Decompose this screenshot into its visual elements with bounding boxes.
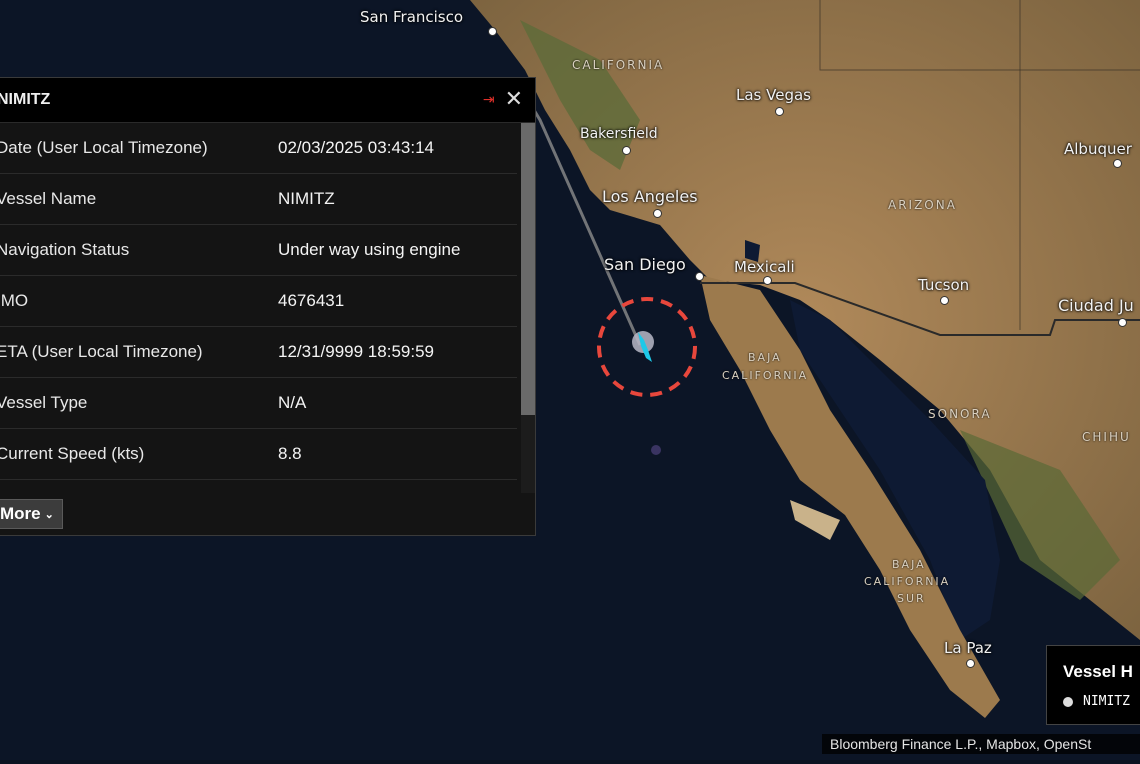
city-label-san-diego: San Diego — [604, 255, 686, 274]
city-dot — [488, 27, 497, 36]
city-label-mexicali: Mexicali — [734, 258, 795, 276]
row-value: 4676431 — [278, 291, 345, 310]
row-value: 12/31/9999 18:59:59 — [278, 342, 434, 361]
row-label: Navigation Status — [0, 240, 130, 259]
city-label-ciudad-juarez: Ciudad Ju — [1058, 296, 1134, 315]
city-dot — [940, 296, 949, 305]
row-label: IMO — [0, 291, 29, 310]
region-label-sur: SUR — [897, 592, 926, 605]
region-label-california: CALIFORNIA — [722, 369, 809, 382]
city-dot — [763, 276, 772, 285]
legend-title: Vessel H — [1063, 662, 1133, 681]
row-value: 8.8 — [278, 444, 302, 463]
legend-item-label: NIMITZ — [1083, 694, 1130, 709]
close-icon[interactable]: ✕ — [505, 89, 523, 111]
table-row: ETA (User Local Timezone) 12/31/9999 18:… — [0, 327, 517, 378]
city-dot — [695, 272, 704, 281]
city-label-la-paz: La Paz — [944, 639, 992, 657]
table-row: IMO 4676431 — [0, 276, 517, 327]
region-label-california: CALIFORNIA — [572, 58, 665, 72]
row-label: Vessel Name — [0, 189, 97, 208]
table-row: Current Speed (kts) 8.8 — [0, 429, 517, 480]
row-label: Vessel Type — [0, 393, 88, 412]
table-row: Navigation Status Under way using engine — [0, 225, 517, 276]
city-label-las-vegas: Las Vegas — [736, 86, 811, 104]
vessel-history-legend: Vessel H NIMITZ — [1046, 645, 1140, 725]
row-label: Current Speed (kts) — [0, 444, 145, 463]
map-attribution: Bloomberg Finance L.P., Mapbox, OpenSt — [822, 734, 1140, 754]
panel-title: NIMITZ — [0, 91, 51, 108]
legend-item[interactable]: NIMITZ — [1063, 694, 1130, 709]
panel-header: NIMITZ ⇥ ✕ — [0, 78, 535, 123]
chevron-down-icon: ⌄ — [44, 508, 54, 521]
region-label-california: CALIFORNIA — [864, 575, 951, 588]
table-row: Vessel Name NIMITZ — [0, 174, 517, 225]
row-value: Under way using engine — [278, 240, 461, 259]
legend-dot-icon — [1063, 696, 1073, 707]
city-dot — [775, 107, 784, 116]
city-label-san-francisco: San Francisco — [360, 8, 464, 26]
city-label-bakersfield: Bakersfield — [580, 126, 658, 142]
table-row: Vessel Type N/A — [0, 378, 517, 429]
more-button[interactable]: More ⌄ — [0, 499, 63, 529]
more-button-label: More — [0, 504, 41, 523]
city-dot — [622, 146, 631, 155]
city-label-albuquerque: Albuquer — [1064, 140, 1132, 158]
city-label-los-angeles: Los Angeles — [602, 187, 698, 206]
city-dot — [1118, 318, 1127, 327]
city-dot — [1113, 159, 1122, 168]
row-value: 02/03/2025 03:43:14 — [278, 138, 434, 157]
city-dot — [966, 659, 975, 668]
region-label-sonora: SONORA — [928, 407, 992, 421]
vessel-attributes-table: Date (User Local Timezone) 02/03/2025 03… — [0, 123, 517, 480]
row-label: Date (User Local Timezone) — [0, 138, 208, 157]
table-row: Date (User Local Timezone) 02/03/2025 03… — [0, 123, 517, 174]
city-label-tucson: Tucson — [918, 276, 970, 294]
vessel-info-panel: NIMITZ ⇥ ✕ Date (User Local Timezone) 02… — [0, 77, 536, 536]
scrollbar-thumb[interactable] — [521, 123, 535, 415]
row-value: NIMITZ — [278, 189, 335, 208]
region-label-baja: BAJA — [748, 351, 782, 364]
region-label-arizona: ARIZONA — [888, 198, 957, 212]
pin-icon[interactable]: ⇥ — [483, 92, 495, 108]
city-dot — [653, 209, 662, 218]
row-label: ETA (User Local Timezone) — [0, 342, 203, 361]
row-value: N/A — [278, 393, 307, 412]
region-label-chihuahua: CHIHU — [1082, 430, 1131, 444]
region-label-baja: BAJA — [892, 558, 926, 571]
